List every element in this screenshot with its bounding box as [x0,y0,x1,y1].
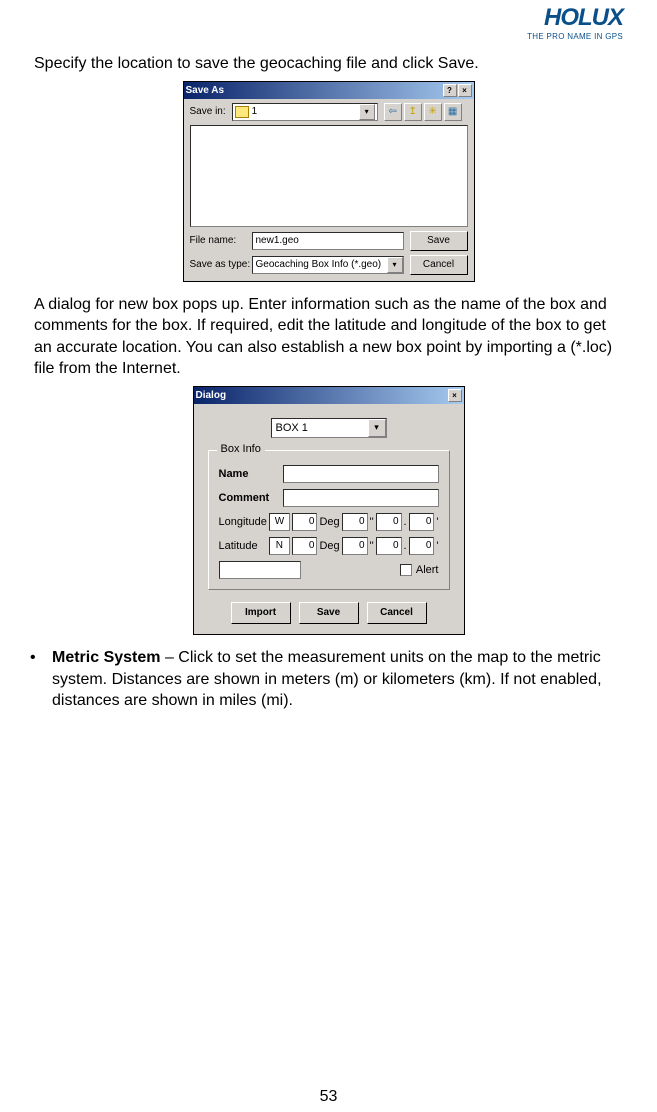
cancel-button[interactable]: Cancel [367,602,427,624]
lon-sec-input[interactable]: 0 [376,513,402,531]
box-selector-value: BOX 1 [276,422,308,434]
lat-dir-input[interactable]: N [269,537,289,555]
cancel-button[interactable]: Cancel [410,255,468,275]
savein-combo[interactable]: 1 ▾ [232,103,378,121]
save-button[interactable]: Save [299,602,359,624]
filename-input[interactable]: new1.geo [252,232,404,250]
saveastype-combo[interactable]: Geocaching Box Info (*.geo) ▾ [252,256,404,274]
paragraph-save-location: Specify the location to save the geocach… [34,53,627,75]
chevron-down-icon[interactable]: ▾ [368,419,386,437]
comment-input[interactable] [283,489,439,507]
close-icon[interactable]: × [458,84,472,97]
savein-value: 1 [252,106,356,117]
dot-unit: . [404,540,407,552]
lat-min-input[interactable]: 0 [342,537,368,555]
import-button[interactable]: Import [231,602,291,624]
lat-sec-input[interactable]: 0 [376,537,402,555]
boxinfo-dialog: Dialog × BOX 1 ▾ Name Comment [193,386,465,635]
bullet-icon: • [30,647,52,712]
lat-deg-input[interactable]: 0 [292,537,318,555]
metric-system-paragraph: Metric System – Click to set the measure… [52,647,627,712]
close-icon[interactable]: × [448,389,462,402]
lon-deg-input[interactable]: 0 [292,513,318,531]
savein-label: Save in: [190,106,226,117]
lon-min-input[interactable]: 0 [342,513,368,531]
new-folder-icon[interactable]: ✳ [424,103,442,121]
back-icon[interactable]: ⇦ [384,103,402,121]
help-icon[interactable]: ? [443,84,457,97]
saveas-titlebar: Save As ? × [184,82,474,99]
filename-label: File name: [190,235,246,246]
latitude-label: Latitude [219,540,268,552]
brand-tagline: THE PRO NAME IN GPS [30,32,623,41]
quote-unit: '' [370,516,374,528]
alert-checkbox[interactable] [400,564,412,576]
brand-name: HOLUX [30,6,623,30]
longitude-label: Longitude [219,516,268,528]
boxinfo-titlebar: Dialog × [194,387,464,404]
lat-dec-input[interactable]: 0 [409,537,435,555]
tick-unit: ' [436,540,438,552]
saveas-dialog: Save As ? × Save in: 1 ▾ ⇦ ↥ ✳ ▦ [183,81,475,282]
file-listing-area[interactable] [190,125,468,227]
save-button[interactable]: Save [410,231,468,251]
quote-unit: '' [370,540,374,552]
deg-unit: Deg [319,516,339,528]
box-selector[interactable]: BOX 1 ▾ [271,418,387,438]
page-number: 53 [0,1088,657,1106]
metric-system-label: Metric System [52,649,161,666]
alert-label: Alert [416,564,439,576]
paragraph-box-dialog: A dialog for new box pops up. Enter info… [34,294,627,380]
saveas-title: Save As [186,85,225,96]
deg-unit: Deg [319,540,339,552]
name-label: Name [219,468,277,480]
name-input[interactable] [283,465,439,483]
alert-value-input[interactable] [219,561,301,579]
lon-dir-input[interactable]: W [269,513,289,531]
up-one-level-icon[interactable]: ↥ [404,103,422,121]
view-menu-icon[interactable]: ▦ [444,103,462,121]
lon-dec-input[interactable]: 0 [409,513,435,531]
chevron-down-icon[interactable]: ▾ [387,257,403,273]
tick-unit: ' [436,516,438,528]
brand-logo: HOLUX THE PRO NAME IN GPS [30,0,627,41]
dot-unit: . [404,516,407,528]
chevron-down-icon[interactable]: ▾ [359,104,375,120]
folder-icon [235,106,249,118]
comment-label: Comment [219,492,277,504]
boxinfo-group: Name Comment Longitude W 0 Deg 0 '' [208,450,450,590]
boxinfo-title: Dialog [196,390,227,401]
saveastype-label: Save as type: [190,259,246,270]
